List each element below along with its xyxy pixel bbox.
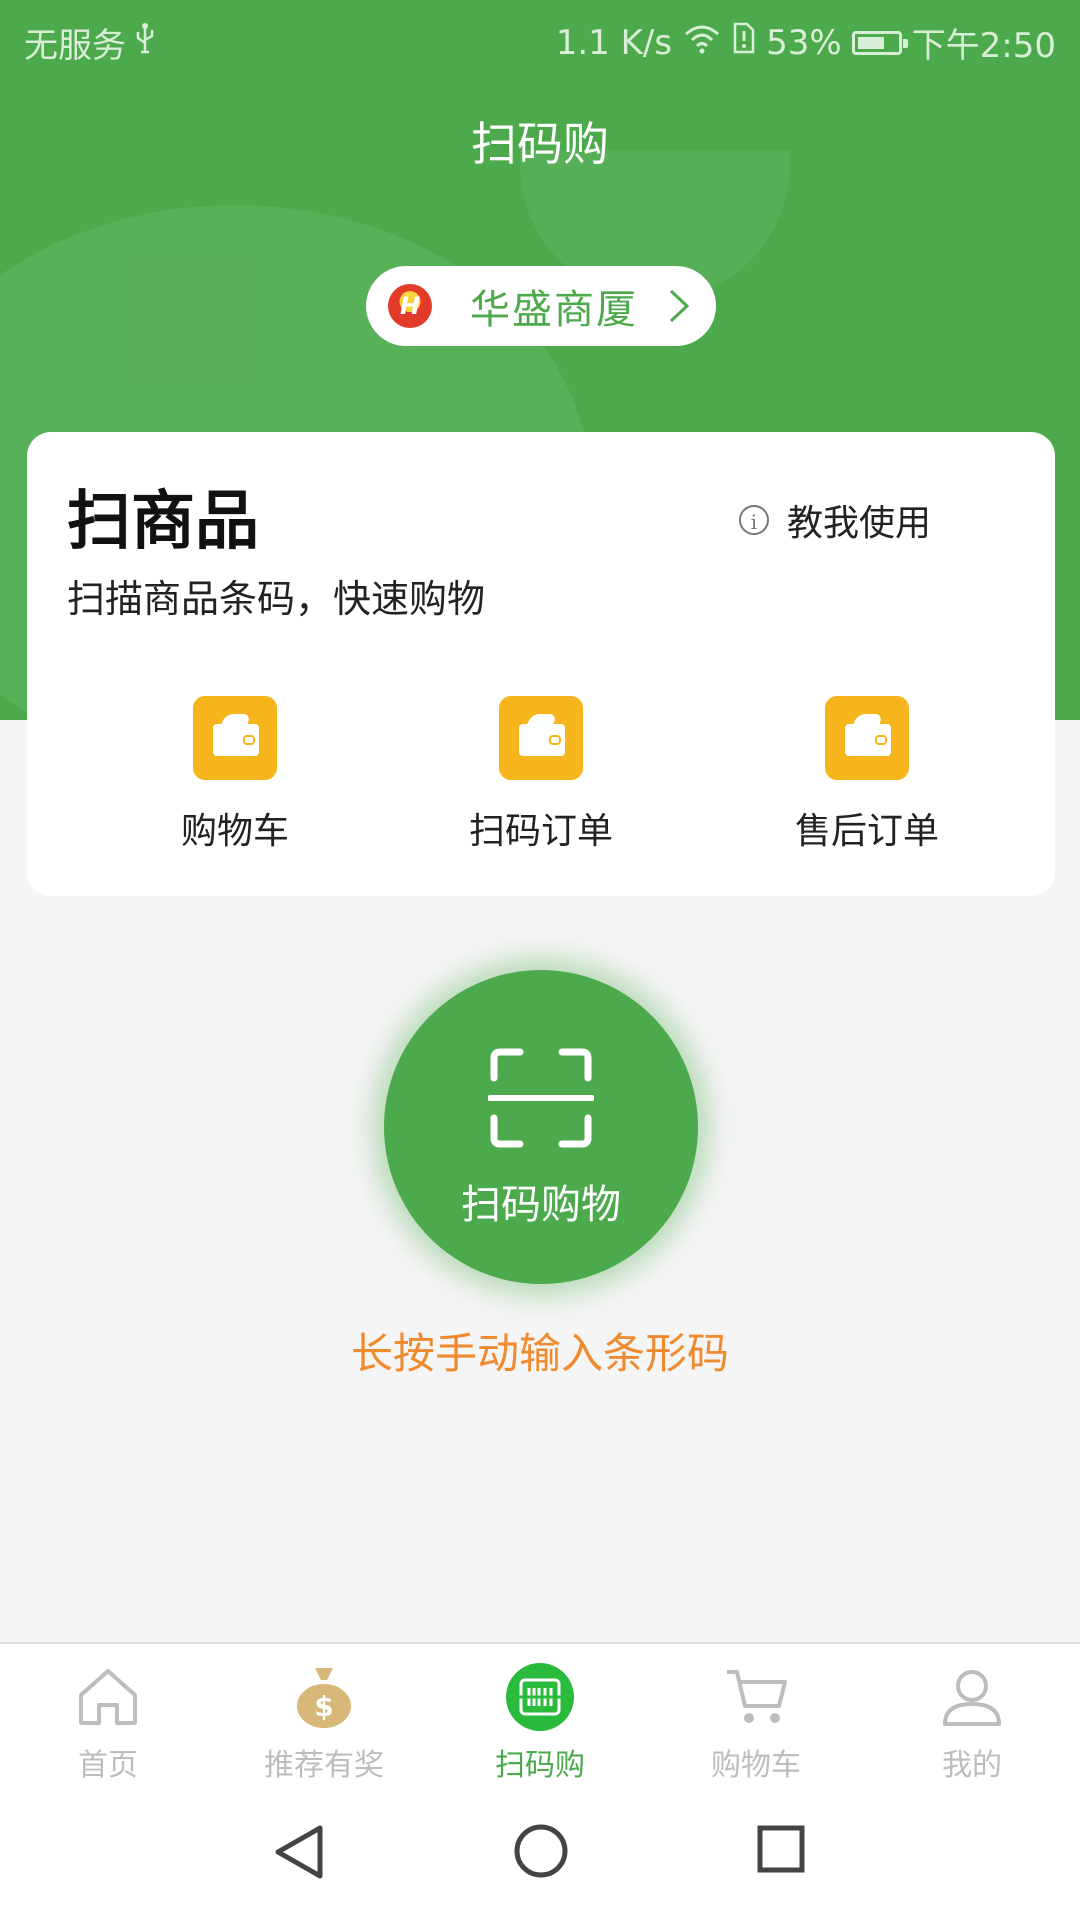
page-title: 扫码购 bbox=[471, 117, 609, 171]
home-icon bbox=[73, 1662, 143, 1732]
tab-referral-rewards[interactable]: $ 推荐有奖 bbox=[216, 1662, 432, 1784]
scan-frame-icon bbox=[488, 1048, 594, 1148]
wallet-icon bbox=[825, 696, 909, 780]
bottom-tab-bar: 首页 $ 推荐有奖 扫码购 购物车 我的 bbox=[0, 1642, 1080, 1784]
profile-icon bbox=[937, 1662, 1007, 1732]
clock: 下午2:50 bbox=[911, 26, 1056, 66]
tab-scan-buy[interactable]: 扫码购 bbox=[432, 1662, 648, 1784]
help-label: 教我使用 bbox=[787, 503, 932, 544]
battery-percent: 53% bbox=[766, 22, 842, 63]
tab-label: 购物车 bbox=[711, 1748, 801, 1783]
scan-button-label: 扫码购物 bbox=[461, 1182, 621, 1228]
recents-icon[interactable] bbox=[756, 1824, 806, 1878]
system-nav-bar bbox=[0, 1784, 1080, 1920]
store-logo: H bbox=[388, 284, 432, 328]
network-speed: 1.1 K/s bbox=[555, 22, 673, 63]
card-title: 扫商品 bbox=[67, 485, 259, 559]
tab-cart[interactable]: 购物车 bbox=[648, 1662, 864, 1784]
shortcut-label: 扫码订单 bbox=[468, 811, 613, 852]
shortcut-label: 购物车 bbox=[180, 811, 289, 852]
manual-input-hint[interactable]: 长按手动输入条形码 bbox=[0, 1320, 1080, 1381]
tab-label: 我的 bbox=[942, 1748, 1002, 1783]
shortcut-label: 售后订单 bbox=[794, 811, 939, 852]
money-bag-icon: $ bbox=[289, 1662, 359, 1732]
status-bar: 无服务 1.1 K/s 53% 下午2:50 bbox=[0, 0, 1080, 76]
scan-shopping-button[interactable]: 扫码购物 bbox=[384, 970, 698, 1284]
tab-home[interactable]: 首页 bbox=[0, 1662, 216, 1784]
home-circle-icon[interactable] bbox=[512, 1822, 570, 1884]
info-icon: i bbox=[739, 505, 769, 535]
svg-text:$: $ bbox=[314, 1690, 333, 1723]
shortcut-aftersale-orders[interactable]: 售后订单 bbox=[747, 696, 987, 854]
wallet-icon bbox=[193, 696, 277, 780]
wallet-icon bbox=[499, 696, 583, 780]
usb-icon bbox=[134, 22, 156, 63]
carrier-status: 无服务 bbox=[24, 26, 126, 66]
shortcut-cart[interactable]: 购物车 bbox=[115, 696, 355, 854]
battery-icon bbox=[851, 30, 908, 55]
tab-label: 扫码购 bbox=[495, 1748, 585, 1783]
tab-label: 推荐有奖 bbox=[264, 1748, 384, 1783]
tab-label: 首页 bbox=[78, 1748, 138, 1783]
chevron-right-icon bbox=[668, 288, 690, 328]
wifi-icon bbox=[682, 22, 722, 63]
card-subtitle: 扫描商品条码，快速购物 bbox=[67, 577, 486, 621]
cart-icon bbox=[721, 1662, 791, 1732]
tab-profile[interactable]: 我的 bbox=[864, 1662, 1080, 1784]
store-name: 华盛商厦 bbox=[470, 287, 638, 333]
store-selector[interactable]: H 华盛商厦 bbox=[366, 266, 716, 346]
shortcut-scan-orders[interactable]: 扫码订单 bbox=[421, 696, 661, 854]
back-icon[interactable] bbox=[270, 1822, 326, 1886]
barcode-scan-icon bbox=[505, 1662, 575, 1732]
help-link[interactable]: i 教我使用 bbox=[739, 494, 931, 546]
sim-alert-icon bbox=[732, 22, 756, 63]
scan-goods-card: 扫商品 扫描商品条码，快速购物 i 教我使用 购物车 扫码订单 售后订单 bbox=[27, 432, 1055, 896]
